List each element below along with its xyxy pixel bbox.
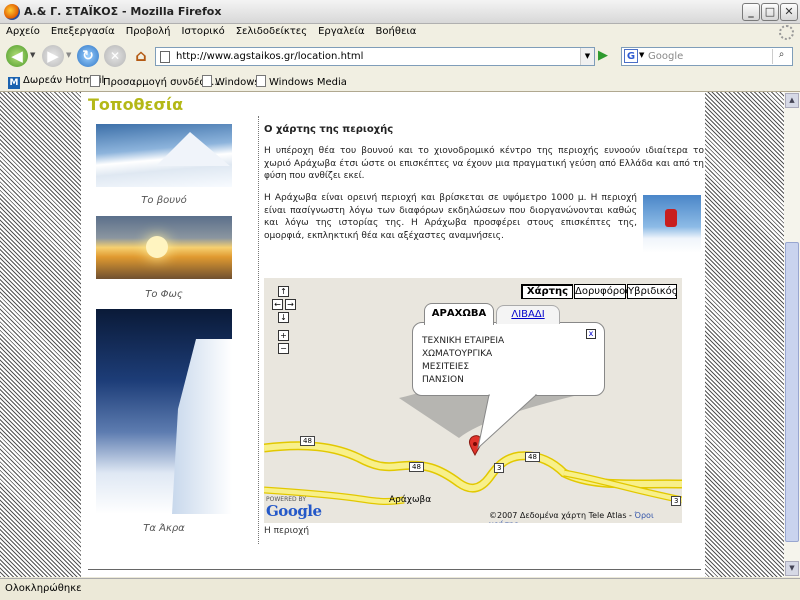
town-label: Αράχωβα <box>389 495 432 505</box>
map-type-satellite-button[interactable]: Δορυφόρος <box>574 284 631 299</box>
tab-livadi[interactable]: ΛΙΒΑΔΙ <box>496 305 560 324</box>
vertical-scrollbar[interactable]: ▲ ▼ <box>784 92 800 577</box>
firefox-logo-icon <box>4 4 20 20</box>
scroll-up-icon[interactable]: ▲ <box>785 93 799 108</box>
menu-tools[interactable]: Εργαλεία <box>312 24 369 37</box>
intro-paragraph: Η υπέροχη θέα του βουνού και το χιονοδρο… <box>264 146 704 182</box>
menu-file[interactable]: Αρχείο <box>0 24 45 37</box>
tab-arachova[interactable]: ΑΡΑΧΩΒΑ <box>424 303 494 325</box>
page-viewport: Τοποθεσία Το βουνό Το Φως Τα Άκρα Ο χάρτ… <box>0 92 784 577</box>
info-line: ΤΕΧΝΙΚΗ ΕΤΑΙΡΕΙΑ <box>422 336 505 346</box>
forward-button[interactable]: ▶ <box>42 45 64 67</box>
footer-rule <box>88 569 701 570</box>
description-paragraph: Η Αράχωβα είναι ορεινή περιοχή και βρίσκ… <box>264 193 637 241</box>
pan-down-button[interactable]: ↓ <box>278 312 289 323</box>
window-title: Α.& Γ. ΣΤΑΪΚΟΣ - Mozilla Firefox <box>24 5 222 18</box>
page-icon <box>160 51 170 63</box>
bookmark-page-icon <box>202 75 212 87</box>
google-map[interactable]: ↑ ← → ↓ + − Χάρτης Δορυφόρος Υβριδικός Α… <box>264 278 682 523</box>
section-title: Ο χάρτης της περιοχής <box>264 124 394 135</box>
skier-photo <box>643 195 701 253</box>
back-button[interactable]: ◀ <box>6 45 28 67</box>
bookmark-label: Windows <box>215 77 260 88</box>
bookmark-page-icon <box>256 75 266 87</box>
copyright-text: ©2007 Δεδομένα χάρτη Tele Atlas - <box>489 511 632 520</box>
extreme-caption: Τα Άκρα <box>143 523 185 534</box>
url-dropdown-icon[interactable]: ▼ <box>580 48 594 65</box>
page-content: Τοποθεσία Το βουνό Το Φως Τα Άκρα Ο χάρτ… <box>81 92 705 577</box>
map-caption: Η περιοχή <box>264 526 310 536</box>
status-text: Ολοκληρώθηκε <box>5 583 82 594</box>
road-shield: 48 <box>409 462 424 472</box>
bookmark-windows[interactable]: Windows <box>202 75 260 88</box>
bookmark-page-icon <box>90 75 100 87</box>
search-placeholder: Google <box>648 51 684 62</box>
stop-button[interactable]: ✕ <box>104 45 126 67</box>
menu-view[interactable]: Προβολή <box>120 24 176 37</box>
pan-right-button[interactable]: → <box>285 299 296 310</box>
forward-history-dropdown-icon[interactable]: ▼ <box>66 51 71 59</box>
menu-help[interactable]: Βοήθεια <box>370 24 422 37</box>
back-history-dropdown-icon[interactable]: ▼ <box>30 51 35 59</box>
url-text: http://www.agstaikos.gr/location.html <box>176 51 364 62</box>
info-line: ΜΕΣΙΤΕΙΕΣ <box>422 362 470 372</box>
info-window-close-icon[interactable]: x <box>586 329 596 339</box>
google-wordmark: Google <box>266 502 322 520</box>
scroll-down-icon[interactable]: ▼ <box>785 561 799 576</box>
info-line: ΧΩΜΑΤΟΥΡΓΙΚΑ <box>422 349 493 359</box>
title-bar: Α.& Γ. ΣΤΑΪΚΟΣ - Mozilla Firefox _ □ ✕ <box>0 0 800 24</box>
map-copyright: ©2007 Δεδομένα χάρτη Tele Atlas - Όροι χ… <box>489 511 682 523</box>
scroll-thumb[interactable] <box>785 242 799 542</box>
road-shield: 48 <box>300 436 315 446</box>
mountain-caption: Το βουνό <box>141 195 187 206</box>
road-shield: 3 <box>494 463 505 473</box>
bookmark-label: Windows Media <box>269 77 347 88</box>
map-type-map-button[interactable]: Χάρτης <box>521 284 573 299</box>
sunset-photo <box>96 216 232 279</box>
mountain-photo <box>96 124 232 187</box>
msn-icon: M <box>8 77 20 89</box>
bookmark-windows-media[interactable]: Windows Media <box>256 75 347 88</box>
maximize-button[interactable]: □ <box>761 3 779 21</box>
menu-history[interactable]: Ιστορικό <box>176 24 230 37</box>
zoom-in-button[interactable]: + <box>278 330 289 341</box>
extreme-ski-photo <box>96 309 232 514</box>
pan-left-button[interactable]: ← <box>272 299 283 310</box>
page-title: Τοποθεσία <box>88 95 184 114</box>
column-divider <box>258 116 259 544</box>
reload-button[interactable]: ↻ <box>77 45 99 67</box>
road-shield: 48 <box>525 452 540 462</box>
map-type-hybrid-button[interactable]: Υβριδικός <box>627 284 678 299</box>
light-caption: Το Φως <box>145 289 183 300</box>
search-engine-icon[interactable]: G <box>624 49 638 63</box>
menu-edit[interactable]: Επεξεργασία <box>45 24 120 37</box>
road-shield: 3 <box>671 496 682 506</box>
status-bar: Ολοκληρώθηκε <box>0 578 800 600</box>
info-line: ΠΑΝΣΙΟΝ <box>422 375 464 385</box>
go-button[interactable]: ▶ <box>598 48 614 64</box>
google-logo[interactable]: POWERED BY Google <box>266 496 322 520</box>
search-box[interactable]: G ▼ Google ⌕ <box>621 47 793 66</box>
search-engine-dropdown-icon[interactable]: ▼ <box>639 51 644 59</box>
bookmarks-toolbar: M Δωρεάν Hotmail Προσαρμογή συνδέσε... Wi… <box>0 70 800 92</box>
pan-up-button[interactable]: ↑ <box>278 286 289 297</box>
minimize-button[interactable]: _ <box>742 3 760 21</box>
menu-bar: Αρχείο Επεξεργασία Προβολή Ιστορικό Σελιδοδε… <box>0 24 800 42</box>
throbber-icon <box>779 25 794 40</box>
menu-bookmarks[interactable]: Σελιδοδείκτες <box>230 24 312 37</box>
close-button[interactable]: ✕ <box>780 3 798 21</box>
home-button[interactable]: ⌂ <box>130 45 152 67</box>
zoom-out-button[interactable]: − <box>278 343 289 354</box>
address-bar[interactable]: http://www.agstaikos.gr/location.html ▼ <box>155 47 595 66</box>
navigation-toolbar: ◀ ▼ ▶ ▼ ↻ ✕ ⌂ http://www.agstaikos.gr/lo… <box>0 42 800 70</box>
search-icon[interactable]: ⌕ <box>772 49 790 64</box>
